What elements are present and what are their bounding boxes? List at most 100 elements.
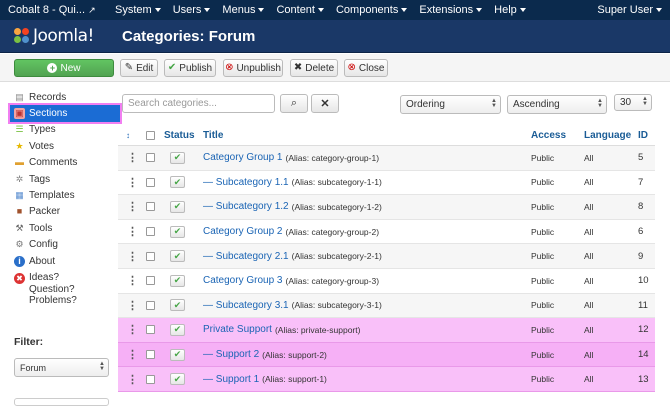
config-icon: ⚙ bbox=[15, 239, 24, 250]
header-status[interactable]: Status bbox=[164, 125, 195, 145]
category-title-link[interactable]: — Subcategory 1.2 bbox=[203, 201, 289, 212]
sidebar-item-comments[interactable]: ▬ Comments bbox=[14, 155, 114, 171]
header-language[interactable]: Language bbox=[584, 125, 631, 145]
indent-prefix: — bbox=[203, 299, 216, 311]
category-title-link[interactable]: — Subcategory 1.1 bbox=[203, 177, 289, 188]
menu-menus[interactable]: Menus bbox=[222, 4, 265, 16]
row-checkbox[interactable] bbox=[146, 269, 155, 293]
drag-handle-icon[interactable]: ⋮ bbox=[127, 220, 138, 244]
status-toggle[interactable]: ✔ bbox=[170, 195, 185, 219]
sidebar-item-about[interactable]: i About bbox=[14, 253, 114, 269]
category-title-link[interactable]: — Subcategory 3.1 bbox=[203, 300, 289, 311]
status-toggle[interactable]: ✔ bbox=[170, 220, 185, 244]
category-title: Subcategory 2.1 bbox=[215, 250, 289, 262]
drag-handle-icon[interactable]: ⋮ bbox=[127, 195, 138, 219]
row-checkbox[interactable] bbox=[146, 171, 155, 195]
logo-text: Joomla! bbox=[33, 26, 94, 46]
category-title-link[interactable]: — Subcategory 2.1 bbox=[203, 251, 289, 262]
row-checkbox[interactable] bbox=[146, 220, 155, 244]
drag-handle-icon[interactable]: ⋮ bbox=[127, 146, 138, 170]
sort-order-icon[interactable]: ↕ bbox=[126, 125, 130, 145]
category-title-link[interactable]: — Support 2 bbox=[203, 349, 259, 360]
sidebar-item-votes[interactable]: ★ Votes bbox=[14, 138, 114, 154]
menu-content[interactable]: Content bbox=[276, 4, 324, 16]
chevron-down-icon bbox=[401, 8, 408, 13]
status-toggle[interactable]: ✔ bbox=[170, 171, 185, 195]
id-cell: 14 bbox=[638, 349, 649, 361]
filter-select[interactable]: Forum ▲ ▼ bbox=[14, 358, 109, 377]
status-toggle[interactable]: ✔ bbox=[170, 294, 185, 318]
drag-handle-icon[interactable]: ⋮ bbox=[127, 343, 138, 367]
category-alias: (Alias: subcategory-1-1) bbox=[291, 177, 382, 188]
delete-button[interactable]: ✖ Delete bbox=[290, 59, 338, 77]
title-cell: — Subcategory 1.1 (Alias: subcategory-1-1… bbox=[203, 171, 382, 195]
header-access[interactable]: Access bbox=[531, 125, 566, 145]
sidebar-item-config[interactable]: ⚙ Config bbox=[14, 237, 114, 253]
category-title-link[interactable]: Category Group 1 bbox=[203, 152, 283, 163]
row-checkbox[interactable] bbox=[146, 146, 155, 170]
chevron-down-icon bbox=[476, 8, 483, 13]
menu-help[interactable]: Help bbox=[494, 4, 526, 16]
header-id[interactable]: ID bbox=[638, 125, 648, 145]
search-input[interactable]: Search categories... bbox=[122, 94, 275, 113]
drag-handle-icon[interactable]: ⋮ bbox=[127, 318, 138, 342]
row-checkbox[interactable] bbox=[146, 343, 155, 367]
status-toggle[interactable]: ✔ bbox=[170, 343, 185, 367]
id-cell: 13 bbox=[638, 373, 649, 385]
chevron-down-icon bbox=[154, 8, 161, 13]
sidebar-item-packer[interactable]: ■ Packer bbox=[14, 204, 114, 220]
row-checkbox[interactable] bbox=[146, 318, 155, 342]
joomla-logo[interactable]: Joomla! bbox=[14, 26, 122, 46]
new-button[interactable]: + New bbox=[14, 59, 114, 77]
status-toggle[interactable]: ✔ bbox=[170, 146, 185, 170]
unpublish-button[interactable]: ⊗ Unpublish bbox=[223, 59, 283, 77]
sidebar-item-tags[interactable]: ✲ Tags bbox=[14, 171, 114, 187]
sidebar-item-tools[interactable]: ⚒ Tools bbox=[14, 220, 114, 236]
sidebar-item-records[interactable]: ▤ Records bbox=[14, 89, 114, 105]
sidebar-item-types[interactable]: ☰ Types bbox=[14, 122, 114, 138]
category-title: Subcategory 1.1 bbox=[215, 176, 289, 188]
status-toggle[interactable]: ✔ bbox=[170, 269, 185, 293]
select-all-checkbox[interactable] bbox=[146, 125, 155, 145]
row-checkbox[interactable] bbox=[146, 367, 155, 391]
drag-handle-icon[interactable]: ⋮ bbox=[127, 269, 138, 293]
drag-handle-icon[interactable]: ⋮ bbox=[127, 367, 138, 391]
id-cell: 11 bbox=[638, 299, 648, 311]
sidebar-item-templates[interactable]: ▦ Templates bbox=[14, 187, 114, 203]
ordering-select[interactable]: Ordering ▲ ▼ bbox=[400, 95, 501, 114]
edit-button[interactable]: ✎ Edit bbox=[120, 59, 158, 77]
status-toggle[interactable]: ✔ bbox=[170, 367, 185, 391]
sidebar-item-sections[interactable]: ▣ Sections bbox=[8, 103, 122, 124]
clear-search-button[interactable]: ✕ bbox=[311, 94, 339, 113]
drag-handle-icon[interactable]: ⋮ bbox=[127, 294, 138, 318]
row-checkbox[interactable] bbox=[146, 294, 155, 318]
row-checkbox[interactable] bbox=[146, 244, 155, 268]
category-title-link[interactable]: Category Group 2 bbox=[203, 226, 283, 237]
row-checkbox[interactable] bbox=[146, 195, 155, 219]
category-title-link[interactable]: Category Group 3 bbox=[203, 275, 283, 286]
updown-icon: ▲ ▼ bbox=[642, 96, 648, 107]
category-title-link[interactable]: Private Support bbox=[203, 324, 272, 335]
ideas-icon: ✖ bbox=[14, 273, 25, 285]
menu-components[interactable]: Components bbox=[336, 4, 408, 16]
menu-users[interactable]: Users bbox=[173, 4, 211, 16]
menu-system[interactable]: System bbox=[115, 4, 161, 16]
limit-select[interactable]: 30 ▲ ▼ bbox=[614, 94, 652, 111]
menu-extensions[interactable]: Extensions bbox=[419, 4, 483, 16]
category-title-link[interactable]: — Support 1 bbox=[203, 374, 259, 385]
header-title[interactable]: Title bbox=[203, 125, 223, 145]
direction-select[interactable]: Ascending ▲ ▼ bbox=[507, 95, 607, 114]
status-toggle[interactable]: ✔ bbox=[170, 244, 185, 268]
sidebar-item-label: Votes bbox=[29, 140, 55, 152]
user-menu[interactable]: Super User bbox=[597, 4, 662, 16]
publish-button[interactable]: ✔ Publish bbox=[164, 59, 216, 77]
drag-handle-icon[interactable]: ⋮ bbox=[127, 244, 138, 268]
chevron-down-icon bbox=[317, 8, 324, 13]
status-toggle[interactable]: ✔ bbox=[170, 318, 185, 342]
indent-prefix: — bbox=[203, 201, 216, 213]
site-link[interactable]: Cobalt 8 - Qui... ↗ bbox=[0, 4, 115, 16]
sidebar-item-ideas[interactable]: ✖ Ideas? Question? Problems? bbox=[14, 272, 114, 307]
search-button[interactable]: ⌕ bbox=[280, 94, 308, 113]
close-button[interactable]: ⊗ Close bbox=[344, 59, 388, 77]
drag-handle-icon[interactable]: ⋮ bbox=[127, 171, 138, 195]
